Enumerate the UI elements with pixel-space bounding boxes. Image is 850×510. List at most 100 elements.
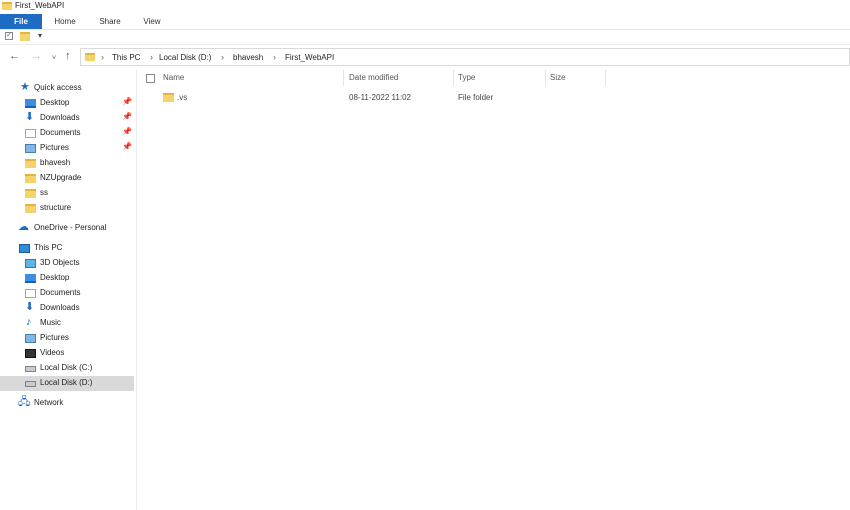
sidebar-item-label: OneDrive - Personal [34,223,107,232]
drive-icon [25,366,36,372]
sidebar-item-pictures[interactable]: Pictures 📌 [0,141,134,156]
folder-icon [2,2,12,10]
sidebar-item-label: Documents [40,288,81,297]
sidebar-item-label: bhavesh [40,158,71,167]
sidebar-item-desktop-pc[interactable]: Desktop [0,271,134,286]
file-list: Name Date modified Type Size .vs 08-11-2… [137,70,850,510]
computer-icon [19,244,30,253]
folder-icon [25,204,36,213]
navigation-pane: ★ Quick access Desktop 📌 ⬇ Downloads 📌 D… [0,70,137,510]
network-icon: 🖧 [18,396,31,408]
column-type[interactable]: Type [458,73,475,82]
folder-icon [85,53,95,61]
window-title: First_WebAPI [15,1,65,10]
address-row: ← → ˅ ↑ › This PC › Local Disk (D:) › bh… [0,45,850,69]
desktop-icon [25,99,36,108]
pin-icon[interactable]: 📌 [122,142,132,151]
column-divider[interactable] [453,70,454,86]
column-name[interactable]: Name [163,73,184,82]
title-bar: First_WebAPI [0,0,850,14]
pictures-icon [25,144,36,153]
sidebar-item-local-disk-d[interactable]: Local Disk (D:) [0,376,134,391]
folder-icon [25,189,36,198]
quick-access-toolbar: ✓ ▾ [0,30,850,45]
recent-locations-button[interactable]: ˅ [52,53,56,64]
sidebar-item-documents-pc[interactable]: Documents [0,286,134,301]
sidebar-item-desktop[interactable]: Desktop 📌 [0,96,134,111]
breadcrumb-separator[interactable]: › [150,52,153,62]
sidebar-item-videos[interactable]: Videos [0,346,134,361]
forward-button[interactable]: → [31,51,42,62]
customize-dropdown-icon[interactable]: ▾ [38,31,42,40]
list-item[interactable]: .vs 08-11-2022 11:02 File folder [137,90,850,105]
pin-icon[interactable]: 📌 [122,97,132,106]
cloud-icon: ☁ [18,221,29,233]
pin-icon[interactable]: 📌 [122,127,132,136]
sidebar-item-label: Videos [40,348,65,357]
column-divider[interactable] [605,70,606,86]
properties-icon[interactable]: ✓ [5,32,13,40]
3d-objects-icon [25,259,36,268]
videos-icon [25,349,36,358]
select-all-checkbox[interactable] [146,74,155,83]
sidebar-item-quick-access[interactable]: ★ Quick access [0,81,134,96]
column-divider[interactable] [545,70,546,86]
sidebar-item-pictures-pc[interactable]: Pictures [0,331,134,346]
sidebar-item-label: 3D Objects [40,258,80,267]
sidebar-item-ss[interactable]: ss [0,186,134,201]
sidebar-item-documents[interactable]: Documents 📌 [0,126,134,141]
breadcrumb-separator[interactable]: › [221,52,224,62]
column-size[interactable]: Size [550,73,566,82]
tab-home[interactable]: Home [46,14,84,29]
pin-icon[interactable]: 📌 [122,112,132,121]
file-name: .vs [177,93,188,102]
drive-icon [25,381,36,387]
sidebar-item-this-pc[interactable]: This PC [0,241,134,256]
up-button[interactable]: ↑ [65,51,71,62]
tab-view[interactable]: View [136,14,168,29]
sidebar-item-nzupgrade[interactable]: NZUpgrade [0,171,134,186]
breadcrumb-separator[interactable]: › [101,52,104,62]
sidebar-item-label: Music [40,318,61,327]
ribbon-tabs: File Home Share View [0,14,850,30]
column-divider[interactable] [343,70,344,86]
sidebar-item-network[interactable]: 🖧 Network [0,396,134,411]
column-header: Name Date modified Type Size [137,70,850,86]
tab-file[interactable]: File [0,14,42,29]
folder-icon [163,93,174,102]
downloads-icon: ⬇ [25,111,35,123]
sidebar-item-label: Network [34,398,64,407]
folder-icon [25,174,36,183]
tab-share[interactable]: Share [92,14,128,29]
new-folder-icon[interactable] [20,32,30,41]
breadcrumb-this-pc[interactable]: This PC [112,53,140,62]
sidebar-item-local-disk-c[interactable]: Local Disk (C:) [0,361,134,376]
sidebar-item-downloads[interactable]: ⬇ Downloads 📌 [0,111,134,126]
sidebar-item-label: NZUpgrade [40,173,82,182]
sidebar-item-label: Desktop [40,273,70,282]
sidebar-item-3d-objects[interactable]: 3D Objects [0,256,134,271]
sidebar-item-label: ss [40,188,48,197]
breadcrumb-separator[interactable]: › [273,52,276,62]
downloads-icon: ⬇ [25,301,35,313]
documents-icon [25,289,36,298]
sidebar-item-label: Pictures [40,333,69,342]
sidebar-item-music[interactable]: ♪ Music [0,316,134,331]
pictures-icon [25,334,36,343]
address-bar[interactable]: › This PC › Local Disk (D:) › bhavesh › … [80,48,850,66]
sidebar-item-label: Local Disk (C:) [40,363,93,372]
breadcrumb-first-webapi[interactable]: First_WebAPI [285,53,334,62]
sidebar-item-label: Downloads [40,113,80,122]
sidebar-item-label: Local Disk (D:) [40,378,93,387]
sidebar-item-label: Pictures [40,143,69,152]
breadcrumb-bhavesh[interactable]: bhavesh [233,53,263,62]
column-date-modified[interactable]: Date modified [349,73,398,82]
breadcrumb-local-disk-d[interactable]: Local Disk (D:) [159,53,211,62]
sidebar-item-downloads-pc[interactable]: ⬇ Downloads [0,301,134,316]
desktop-icon [25,274,36,283]
sidebar-item-onedrive[interactable]: ☁ OneDrive - Personal [0,221,134,236]
back-button[interactable]: ← [9,51,20,62]
sidebar-item-structure[interactable]: structure [0,201,134,216]
sidebar-item-bhavesh[interactable]: bhavesh [0,156,134,171]
folder-icon [25,159,36,168]
